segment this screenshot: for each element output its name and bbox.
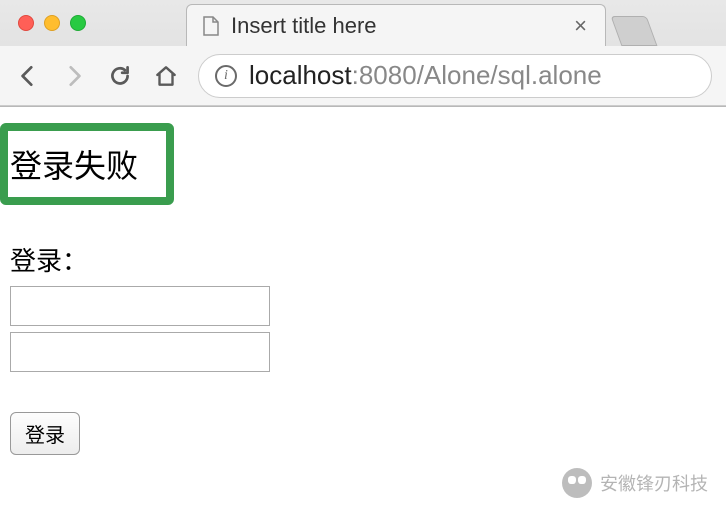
login-heading: 登录： <box>10 241 716 278</box>
browser-chrome: Insert title here × i localhost:8080/Alo… <box>0 0 726 107</box>
wechat-icon <box>562 468 592 498</box>
login-button[interactable]: 登录 <box>10 412 80 455</box>
url-path: :8080/Alone/sql.alone <box>352 60 602 90</box>
error-text: 登录失败 <box>10 148 138 184</box>
login-form: 登录： 登录 <box>10 241 716 455</box>
window-controls <box>18 15 86 31</box>
page-icon <box>201 16 221 36</box>
window-minimize-button[interactable] <box>44 15 60 31</box>
site-info-icon[interactable]: i <box>215 65 237 87</box>
back-button[interactable] <box>14 62 42 90</box>
tab-close-icon[interactable]: × <box>570 13 591 39</box>
url-host: localhost <box>249 60 352 90</box>
window-maximize-button[interactable] <box>70 15 86 31</box>
forward-button[interactable] <box>60 62 88 90</box>
page-content: 登录失败 登录： 登录 <box>0 107 726 465</box>
home-button[interactable] <box>152 62 180 90</box>
nav-bar: i localhost:8080/Alone/sql.alone <box>0 46 726 106</box>
username-input[interactable] <box>10 286 270 326</box>
error-banner: 登录失败 <box>0 123 174 205</box>
address-bar[interactable]: i localhost:8080/Alone/sql.alone <box>198 54 712 98</box>
tab-bar: Insert title here × <box>0 0 726 46</box>
watermark: 安徽锋刃科技 <box>562 468 708 498</box>
window-close-button[interactable] <box>18 15 34 31</box>
url-text: localhost:8080/Alone/sql.alone <box>249 60 602 91</box>
password-input[interactable] <box>10 332 270 372</box>
new-tab-button[interactable] <box>611 16 658 46</box>
reload-button[interactable] <box>106 62 134 90</box>
browser-tab[interactable]: Insert title here × <box>186 4 606 46</box>
watermark-text: 安徽锋刃科技 <box>600 470 708 496</box>
tab-title: Insert title here <box>231 13 560 39</box>
